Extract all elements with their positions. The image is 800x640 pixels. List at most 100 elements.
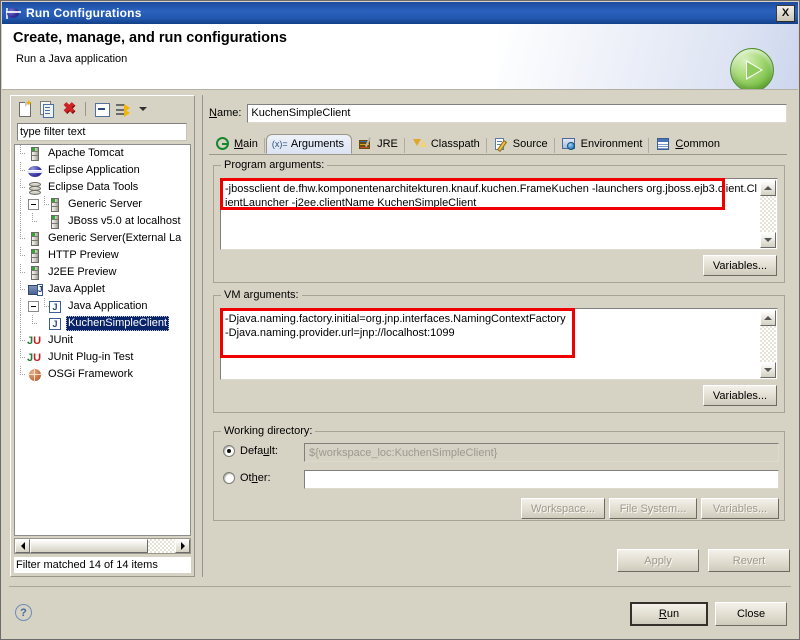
collapse-all-icon[interactable] (93, 100, 111, 118)
tree-item-apache-tomcat[interactable]: Apache Tomcat (15, 145, 190, 162)
scroll-up-icon[interactable] (760, 180, 776, 196)
default-directory-input: ${workspace_loc:KuchenSimpleClient} (304, 443, 779, 462)
dialog-header: Create, manage, and run configurations R… (2, 24, 798, 90)
scroll-thumb[interactable] (30, 539, 148, 553)
tree-guide (15, 298, 27, 315)
working-directory-label: Working directory: (221, 425, 316, 437)
vm-arguments-text: -Djava.naming.factory.initial=org.jnp.in… (225, 313, 566, 339)
file-system-button[interactable]: File System... (609, 498, 697, 519)
name-row: Name: (209, 103, 787, 123)
other-directory-input[interactable] (304, 470, 779, 489)
program-arguments-label: Program arguments: (221, 159, 328, 171)
tree-guide (15, 213, 27, 230)
run-configurations-dialog: Run Configurations X Create, manage, and… (0, 0, 800, 640)
dialog-body: ✦ ✖ type filter text Apache Tomcat Eclip… (2, 91, 798, 586)
server-icon (47, 214, 63, 230)
filter-status-text: Filter matched 14 of 14 items (14, 557, 191, 573)
working-directory-variables-button[interactable]: Variables... (701, 498, 779, 519)
program-arguments-scrollbar[interactable] (760, 180, 776, 248)
tree-guide (15, 247, 27, 264)
header-divider (2, 89, 798, 90)
filter-options-icon[interactable] (115, 100, 133, 118)
tree-item-eclipse-data-tools[interactable]: Eclipse Data Tools (15, 179, 190, 196)
server-icon (27, 231, 43, 247)
tree-item-osgi-framework[interactable]: OSGi Framework (15, 366, 190, 383)
vm-arguments-scrollbar[interactable] (760, 310, 776, 378)
delete-configuration-icon[interactable]: ✖ (60, 100, 78, 118)
tree-item-label: Generic Server (68, 198, 142, 210)
scroll-down-icon[interactable] (760, 232, 776, 248)
name-input[interactable] (247, 103, 787, 123)
revert-button[interactable]: Revert (708, 549, 790, 572)
tree-item-label: Eclipse Data Tools (48, 181, 139, 193)
scroll-left-icon[interactable] (15, 539, 30, 553)
other-directory-label: Other: (240, 472, 271, 484)
scroll-down-icon[interactable] (760, 362, 776, 378)
vm-arguments-variables-button[interactable]: Variables... (703, 385, 777, 406)
tree-guide (15, 179, 27, 196)
tree-item-java-applet[interactable]: J Java Applet (15, 281, 190, 298)
java-app-icon: J (47, 299, 63, 315)
other-directory-radio[interactable] (223, 472, 235, 484)
filter-input[interactable] (17, 123, 187, 141)
new-configuration-icon[interactable]: ✦ (16, 99, 34, 118)
tree-toolbar: ✦ ✖ (11, 96, 194, 122)
tree-guide (15, 230, 27, 247)
scroll-right-icon[interactable] (175, 539, 190, 553)
tree-guide (27, 315, 39, 332)
tree-item-label: Generic Server(External La (48, 232, 182, 244)
close-icon[interactable]: X (776, 4, 795, 22)
tab-label: Common (675, 138, 721, 150)
run-green-play-icon (730, 48, 774, 90)
main-icon (215, 137, 231, 151)
tree-item-java-application[interactable]: J Java Application (15, 298, 190, 315)
tree-item-j2ee-preview[interactable]: J2EE Preview (15, 264, 190, 281)
scroll-track[interactable] (148, 539, 175, 553)
tree-item-label: JUnit Plug-in Test (48, 351, 134, 363)
tree-item-kuchensimpleclient[interactable]: J KuchenSimpleClient (15, 315, 190, 332)
configurations-tree[interactable]: Apache Tomcat Eclipse Application Eclipse … (14, 144, 191, 536)
duplicate-configuration-icon[interactable] (38, 100, 56, 118)
tree-item-generic-server-external-la[interactable]: Generic Server(External La (15, 230, 190, 247)
tree-item-junit-plug-in-test[interactable]: JU JUnit Plug-in Test (15, 349, 190, 366)
apply-button[interactable]: Apply (617, 549, 699, 572)
tree-guide (15, 366, 27, 383)
tab-source[interactable]: Source (488, 134, 556, 154)
tree-item-jboss-v5-0-at-localhost[interactable]: JBoss v5.0 at localhost (15, 213, 190, 230)
workspace-button[interactable]: Workspace... (521, 498, 605, 519)
tree-item-generic-server[interactable]: Generic Server (15, 196, 190, 213)
tree-horizontal-scrollbar[interactable] (14, 538, 191, 554)
default-directory-label: Default: (240, 445, 278, 457)
tab-label: Main (234, 138, 258, 150)
tree-guide (15, 315, 27, 332)
run-button[interactable]: Run (630, 602, 708, 626)
scroll-up-icon[interactable] (760, 310, 776, 326)
source-icon (494, 137, 510, 153)
tab-arguments[interactable]: (x)= Arguments (265, 134, 353, 154)
eclipse-logo-icon (6, 5, 22, 21)
program-arguments-variables-button[interactable]: Variables... (703, 255, 777, 276)
tab-jre[interactable]: JRE (352, 134, 406, 154)
chevron-down-icon[interactable] (139, 107, 147, 111)
close-button[interactable]: Close (715, 602, 787, 626)
default-directory-radio[interactable] (223, 445, 235, 457)
tab-main[interactable]: Main (209, 134, 266, 154)
configurations-tree-panel: ✦ ✖ type filter text Apache Tomcat Eclip… (10, 95, 195, 577)
tab-environment[interactable]: Environment (556, 134, 651, 154)
tree-item-eclipse-application[interactable]: Eclipse Application (15, 162, 190, 179)
tab-classpath[interactable]: Classpath (406, 134, 488, 154)
configuration-panel: Name: Main (x)=Arguments JRE Classpath Sourc… (202, 95, 792, 577)
program-arguments-textarea[interactable]: -jbossclient de.fhw.komponentenarchitekt… (220, 178, 778, 250)
tree-expander-icon[interactable] (28, 301, 39, 312)
vm-arguments-textarea[interactable]: -Djava.naming.factory.initial=org.jnp.in… (220, 308, 778, 380)
tree-guide (39, 298, 50, 315)
tree-expander-icon[interactable] (28, 199, 39, 210)
tree-item-http-preview[interactable]: HTTP Preview (15, 247, 190, 264)
default-directory-radio-row[interactable]: Default: (223, 445, 278, 457)
other-directory-radio-row[interactable]: Other: (223, 472, 271, 484)
help-icon[interactable]: ? (15, 604, 32, 621)
tab-common[interactable]: Common (650, 134, 728, 154)
tree-item-junit[interactable]: JU JUnit (15, 332, 190, 349)
tree-item-label: J2EE Preview (48, 266, 117, 278)
junit-icon: JU (27, 334, 42, 347)
